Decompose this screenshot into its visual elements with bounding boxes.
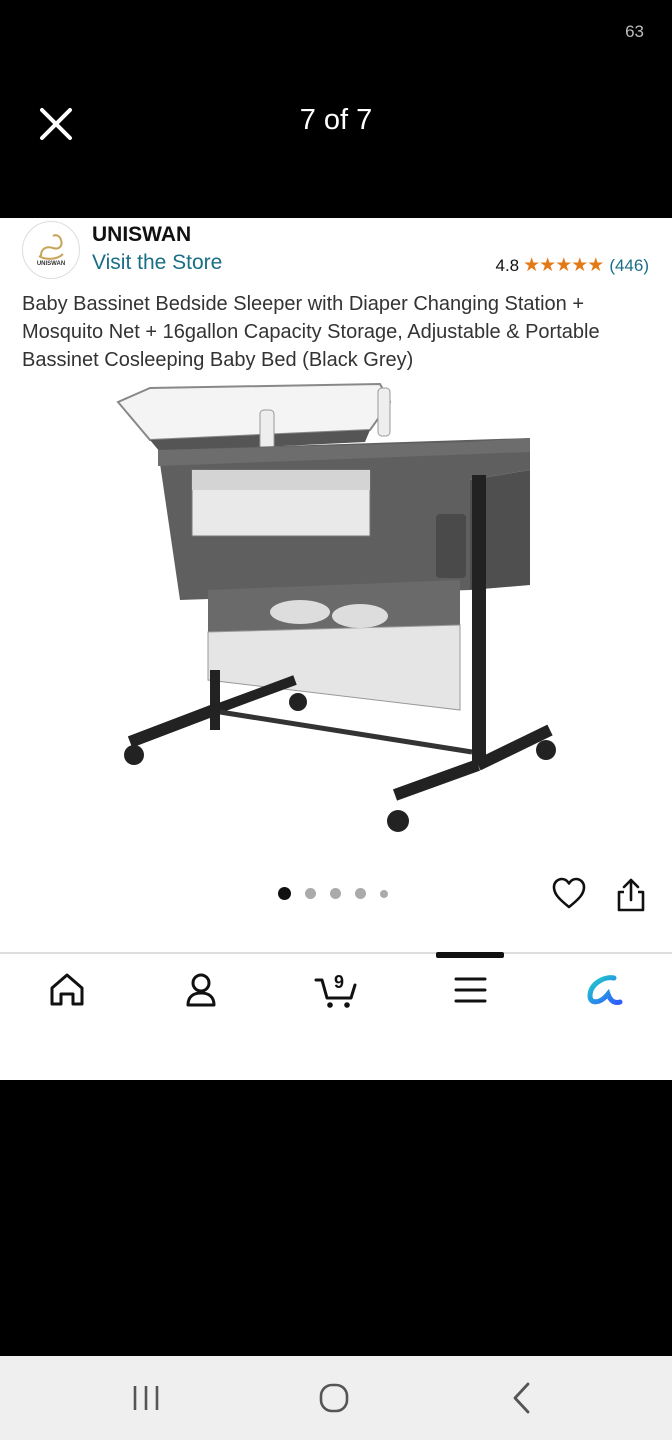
status-bar-number: 63 — [625, 22, 644, 41]
brand-name: UNISWAN — [92, 223, 192, 246]
nav-menu[interactable] — [448, 966, 492, 1014]
product-title: Baby Bassinet Bedside Sleeper with Diape… — [22, 293, 600, 371]
share-button[interactable] — [614, 876, 648, 914]
share-icon — [617, 878, 645, 912]
home-icon — [50, 973, 84, 1006]
rufus-icon — [587, 975, 623, 1005]
recents-icon — [133, 1386, 159, 1410]
heart-icon — [552, 877, 586, 909]
cart-count: 9 — [334, 972, 344, 992]
pagination-dot-3[interactable] — [330, 888, 341, 899]
nav-cart[interactable]: 9 — [313, 966, 363, 1014]
menu-icon — [454, 977, 487, 1003]
pagination-dot-1[interactable] — [278, 887, 291, 900]
image-pagination[interactable] — [278, 887, 402, 900]
nav-account[interactable] — [179, 966, 223, 1014]
nav-rufus[interactable] — [582, 966, 626, 1014]
recent-apps-button[interactable] — [126, 1380, 166, 1416]
back-button[interactable] — [502, 1380, 542, 1416]
pagination-dot-2[interactable] — [305, 888, 316, 899]
cart-icon: 9 — [314, 972, 357, 1008]
store-logo-text: UNISWAN — [36, 261, 66, 267]
rating-value: 4.8 — [495, 255, 520, 275]
swan-icon — [38, 234, 64, 260]
store-logo[interactable]: UNISWAN — [22, 221, 80, 279]
wishlist-button[interactable] — [551, 876, 587, 912]
star-icons: ★★★★★ — [523, 255, 604, 276]
rating-summary[interactable]: 4.8 ★★★★★ (446) — [496, 254, 650, 277]
bottom-nav-active-indicator — [436, 952, 504, 958]
home-circle-icon — [319, 1383, 349, 1413]
pagination-dot-4[interactable] — [355, 888, 366, 899]
pagination-dot-5[interactable] — [380, 889, 388, 898]
bottom-nav-divider — [0, 952, 672, 954]
product-image[interactable] — [110, 380, 570, 840]
account-icon — [186, 973, 216, 1007]
nav-home[interactable] — [45, 966, 89, 1014]
back-arrow-icon — [513, 1382, 530, 1414]
image-counter: 7 of 7 — [299, 104, 373, 136]
bassinet-image — [116, 382, 556, 832]
visit-store-link[interactable]: Visit the Store — [92, 251, 222, 275]
review-count[interactable]: (446) — [609, 256, 649, 276]
home-button[interactable] — [314, 1380, 354, 1416]
